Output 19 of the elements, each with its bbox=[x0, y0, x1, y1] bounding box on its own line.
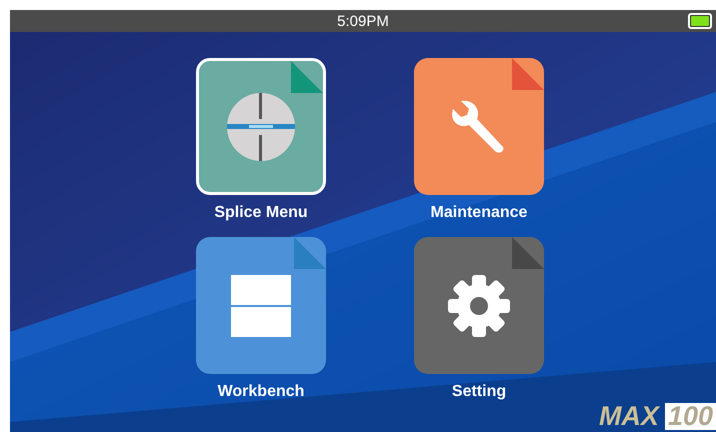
tile-label: Maintenance bbox=[430, 203, 528, 223]
folded-corner-icon bbox=[294, 237, 326, 269]
tile-label: Setting bbox=[452, 382, 506, 402]
splice-icon bbox=[225, 90, 297, 162]
panels-icon bbox=[231, 274, 291, 336]
folded-corner-icon bbox=[512, 237, 544, 269]
app-tile[interactable]: Maintenance bbox=[414, 58, 544, 223]
battery-icon bbox=[688, 13, 712, 29]
logo-number: 100 bbox=[664, 403, 716, 430]
app-tile[interactable]: Workbench bbox=[196, 237, 326, 402]
logo-word: MAX bbox=[598, 403, 659, 430]
app-tile[interactable]: Splice Menu bbox=[196, 58, 326, 223]
folded-corner-icon bbox=[512, 58, 544, 90]
tile-label: Splice Menu bbox=[214, 203, 308, 223]
tile-label: Workbench bbox=[218, 382, 304, 402]
settings-icon bbox=[446, 272, 512, 338]
folded-corner-icon bbox=[291, 61, 323, 93]
app-tile[interactable]: Setting bbox=[414, 237, 544, 402]
clock-time: 5:09PM bbox=[337, 14, 389, 28]
